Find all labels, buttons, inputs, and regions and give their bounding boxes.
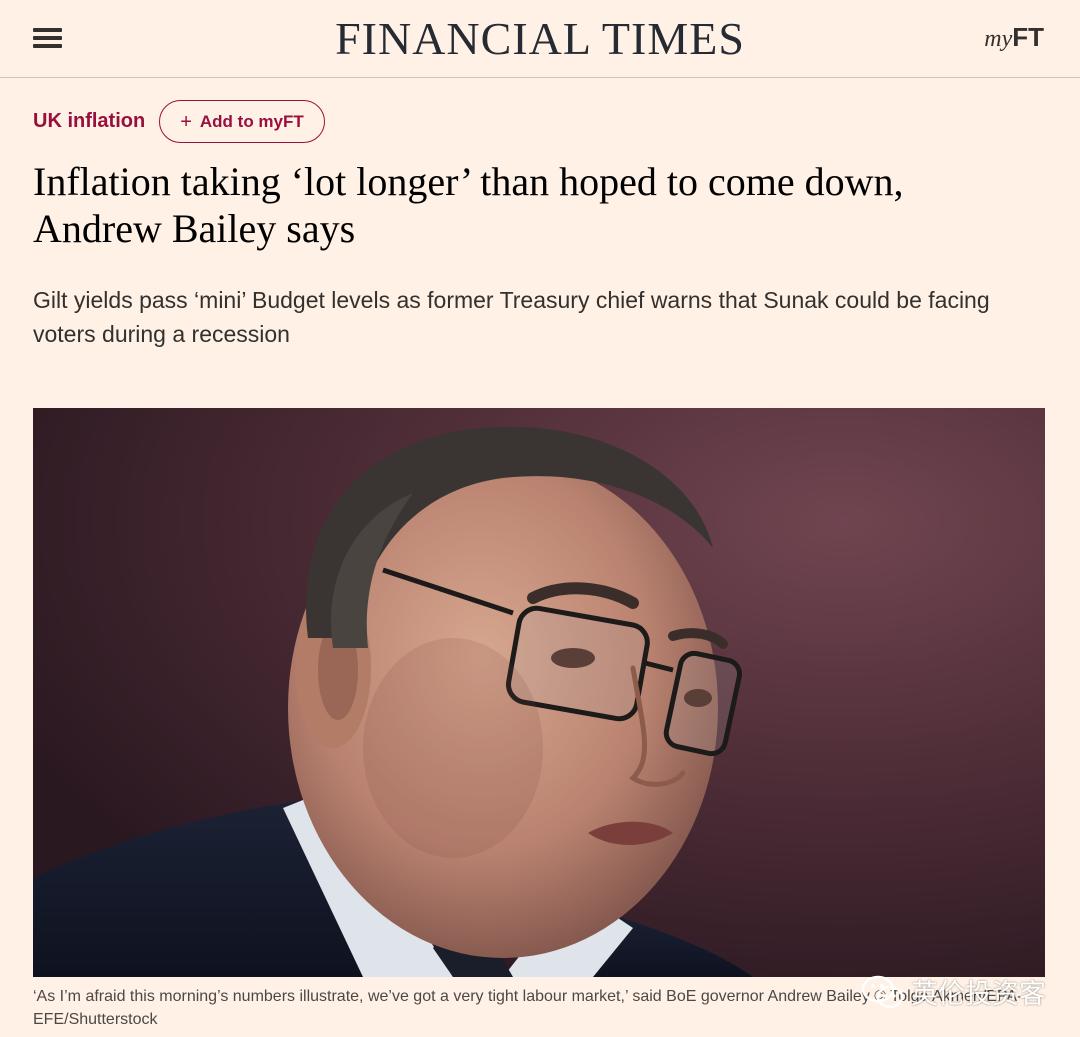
plus-icon: + <box>180 110 192 133</box>
watermark-text: 英伦投资客 <box>911 979 1046 1010</box>
add-to-myft-label: Add to myFT <box>199 111 304 131</box>
article-headline: Inflation taking ‘lot longer’ than hoped… <box>33 159 904 251</box>
site-header: FINANCIAL TIMES myFT <box>0 0 1080 78</box>
watermark: 英伦投资客 <box>861 972 1046 1011</box>
myft-suffix: FT <box>1012 22 1044 52</box>
article-photo <box>33 408 1045 977</box>
masthead-logo[interactable]: FINANCIAL TIMES <box>0 12 1080 66</box>
topic-link[interactable]: UK inflation <box>33 108 145 134</box>
myft-link[interactable]: myFT <box>984 22 1044 54</box>
myft-prefix: my <box>984 26 1013 52</box>
portrait-illustration <box>33 408 1045 977</box>
article-standfirst: Gilt yields pass ‘mini’ Budget levels as… <box>33 287 990 347</box>
add-to-myft-button[interactable]: + Add to myFT <box>159 100 325 143</box>
wechat-icon <box>861 975 904 1008</box>
